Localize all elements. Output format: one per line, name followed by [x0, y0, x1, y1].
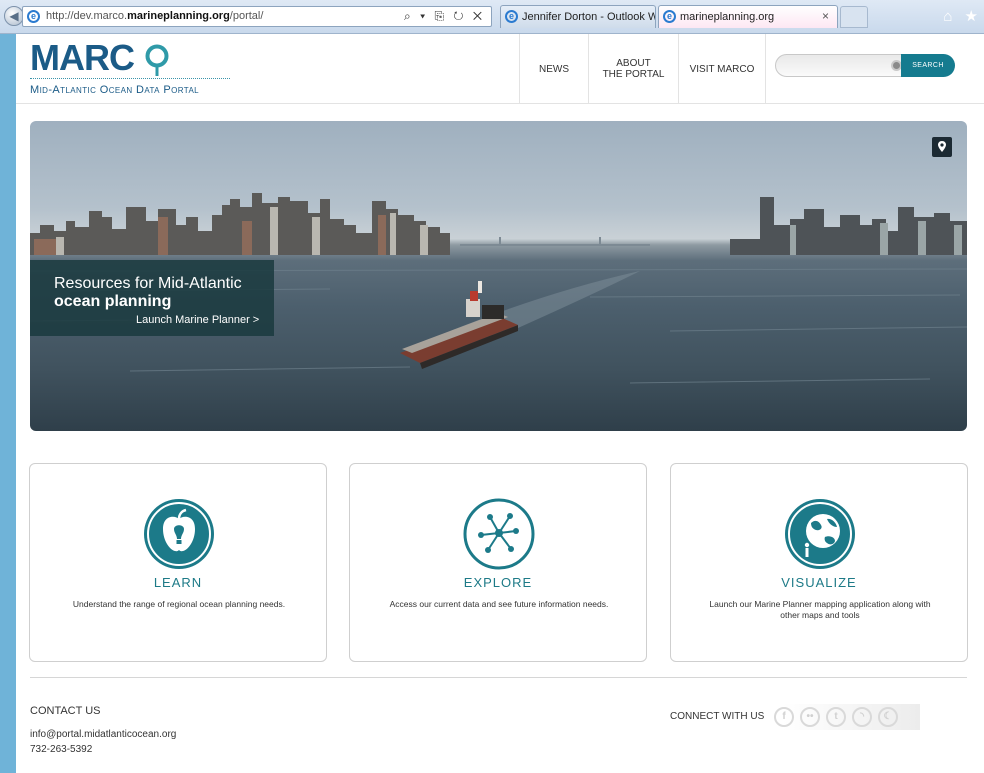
- location-pin-button[interactable]: [932, 137, 952, 157]
- logo-divider: [30, 78, 230, 79]
- tab-marineplanning[interactable]: e marineplanning.org ×: [658, 5, 838, 28]
- hero-caption-line1: Resources for Mid-Atlantic: [54, 275, 242, 292]
- close-tab-icon[interactable]: ×: [822, 9, 829, 23]
- hero-caption-line2: ocean planning: [54, 293, 172, 310]
- ie-icon: e: [505, 10, 518, 23]
- apple-lightbulb-icon: [144, 499, 214, 569]
- explore-card[interactable]: EXPLORE Access our current data and see …: [349, 463, 647, 662]
- twitter-icon[interactable]: t: [826, 707, 846, 727]
- logo-text: MARC: [30, 37, 135, 78]
- new-tab-button[interactable]: [840, 6, 868, 28]
- tab-outlook[interactable]: e Jennifer Dorton - Outlook Web...: [500, 5, 656, 28]
- network-nodes-icon: [463, 498, 535, 570]
- page-content: MARC Mid-Atlantic Ocean Data Portal NEWS…: [16, 34, 984, 773]
- visualize-title: VISUALIZE: [781, 575, 857, 590]
- back-arrow-icon[interactable]: ◀: [4, 6, 24, 26]
- launch-marine-planner-link[interactable]: Launch Marine Planner >: [136, 314, 259, 326]
- home-favorites-icon[interactable]: ⌂ ★: [943, 7, 982, 25]
- chat-icon[interactable]: ☾: [878, 707, 898, 727]
- contact-title: CONTACT US: [30, 705, 101, 717]
- hero-caption: Resources for Mid-Atlantic ocean plannin…: [30, 260, 274, 336]
- nav-about-portal[interactable]: ABOUT THE PORTAL: [588, 34, 678, 104]
- learn-description: Understand the range of regional ocean p…: [72, 599, 286, 609]
- contact-phone: 732-263-5392: [30, 744, 93, 755]
- nav-about-label-line2: THE PORTAL: [602, 69, 665, 80]
- address-bar[interactable]: e http://dev.marco.marineplanning.org/po…: [22, 6, 492, 27]
- contact-email-link[interactable]: info@portal.midatlanticocean.org: [30, 729, 176, 740]
- address-controls-icon[interactable]: ⌕ ▾ ⎘ ↻ ✕: [404, 9, 485, 24]
- ie-icon: e: [663, 10, 676, 23]
- nav-visit-marco[interactable]: VISIT MARCO: [678, 34, 766, 104]
- visualize-card[interactable]: VISUALIZE Launch our Marine Planner mapp…: [670, 463, 968, 662]
- facebook-icon[interactable]: f: [774, 707, 794, 727]
- flickr-icon[interactable]: ••: [800, 707, 820, 727]
- nav-about-label-line1: ABOUT: [616, 58, 651, 69]
- map-pin-icon: [145, 44, 169, 76]
- nav-visit-label: VISIT MARCO: [689, 63, 755, 75]
- rss-icon[interactable]: ◝: [852, 707, 872, 727]
- browser-chrome: ◀ e http://dev.marco.marineplanning.org/…: [0, 0, 984, 34]
- site-header: MARC Mid-Atlantic Ocean Data Portal NEWS…: [16, 34, 984, 104]
- visualize-description: Launch our Marine Planner mapping applic…: [709, 599, 931, 620]
- nav-news-label: NEWS: [539, 63, 569, 75]
- location-pin-icon: [938, 141, 946, 152]
- search-button[interactable]: SEARCH: [901, 54, 955, 77]
- connect-label: CONNECT WITH US: [670, 711, 765, 722]
- explore-title: EXPLORE: [463, 575, 533, 590]
- connect-with-us: CONNECT WITH US f •• t ◝ ☾: [670, 704, 920, 730]
- nav-news[interactable]: NEWS: [519, 34, 588, 104]
- tab-label: marineplanning.org: [680, 11, 775, 23]
- logo-subtitle: Mid-Atlantic Ocean Data Portal: [30, 84, 200, 96]
- footer-divider: [30, 677, 967, 678]
- tab-label: Jennifer Dorton - Outlook Web...: [522, 11, 655, 23]
- ie-icon: e: [27, 10, 40, 23]
- marco-logo[interactable]: MARC Mid-Atlantic Ocean Data Portal: [30, 38, 240, 98]
- hero-banner: Resources for Mid-Atlantic ocean plannin…: [30, 121, 967, 431]
- learn-card[interactable]: LEARN Understand the range of regional o…: [29, 463, 327, 662]
- learn-title: LEARN: [153, 575, 203, 590]
- explore-description: Access our current data and see future i…: [389, 599, 609, 609]
- search-box: SEARCH: [775, 54, 955, 77]
- address-url[interactable]: http://dev.marco.marineplanning.org/port…: [46, 10, 263, 22]
- globe-person-icon: [785, 499, 855, 569]
